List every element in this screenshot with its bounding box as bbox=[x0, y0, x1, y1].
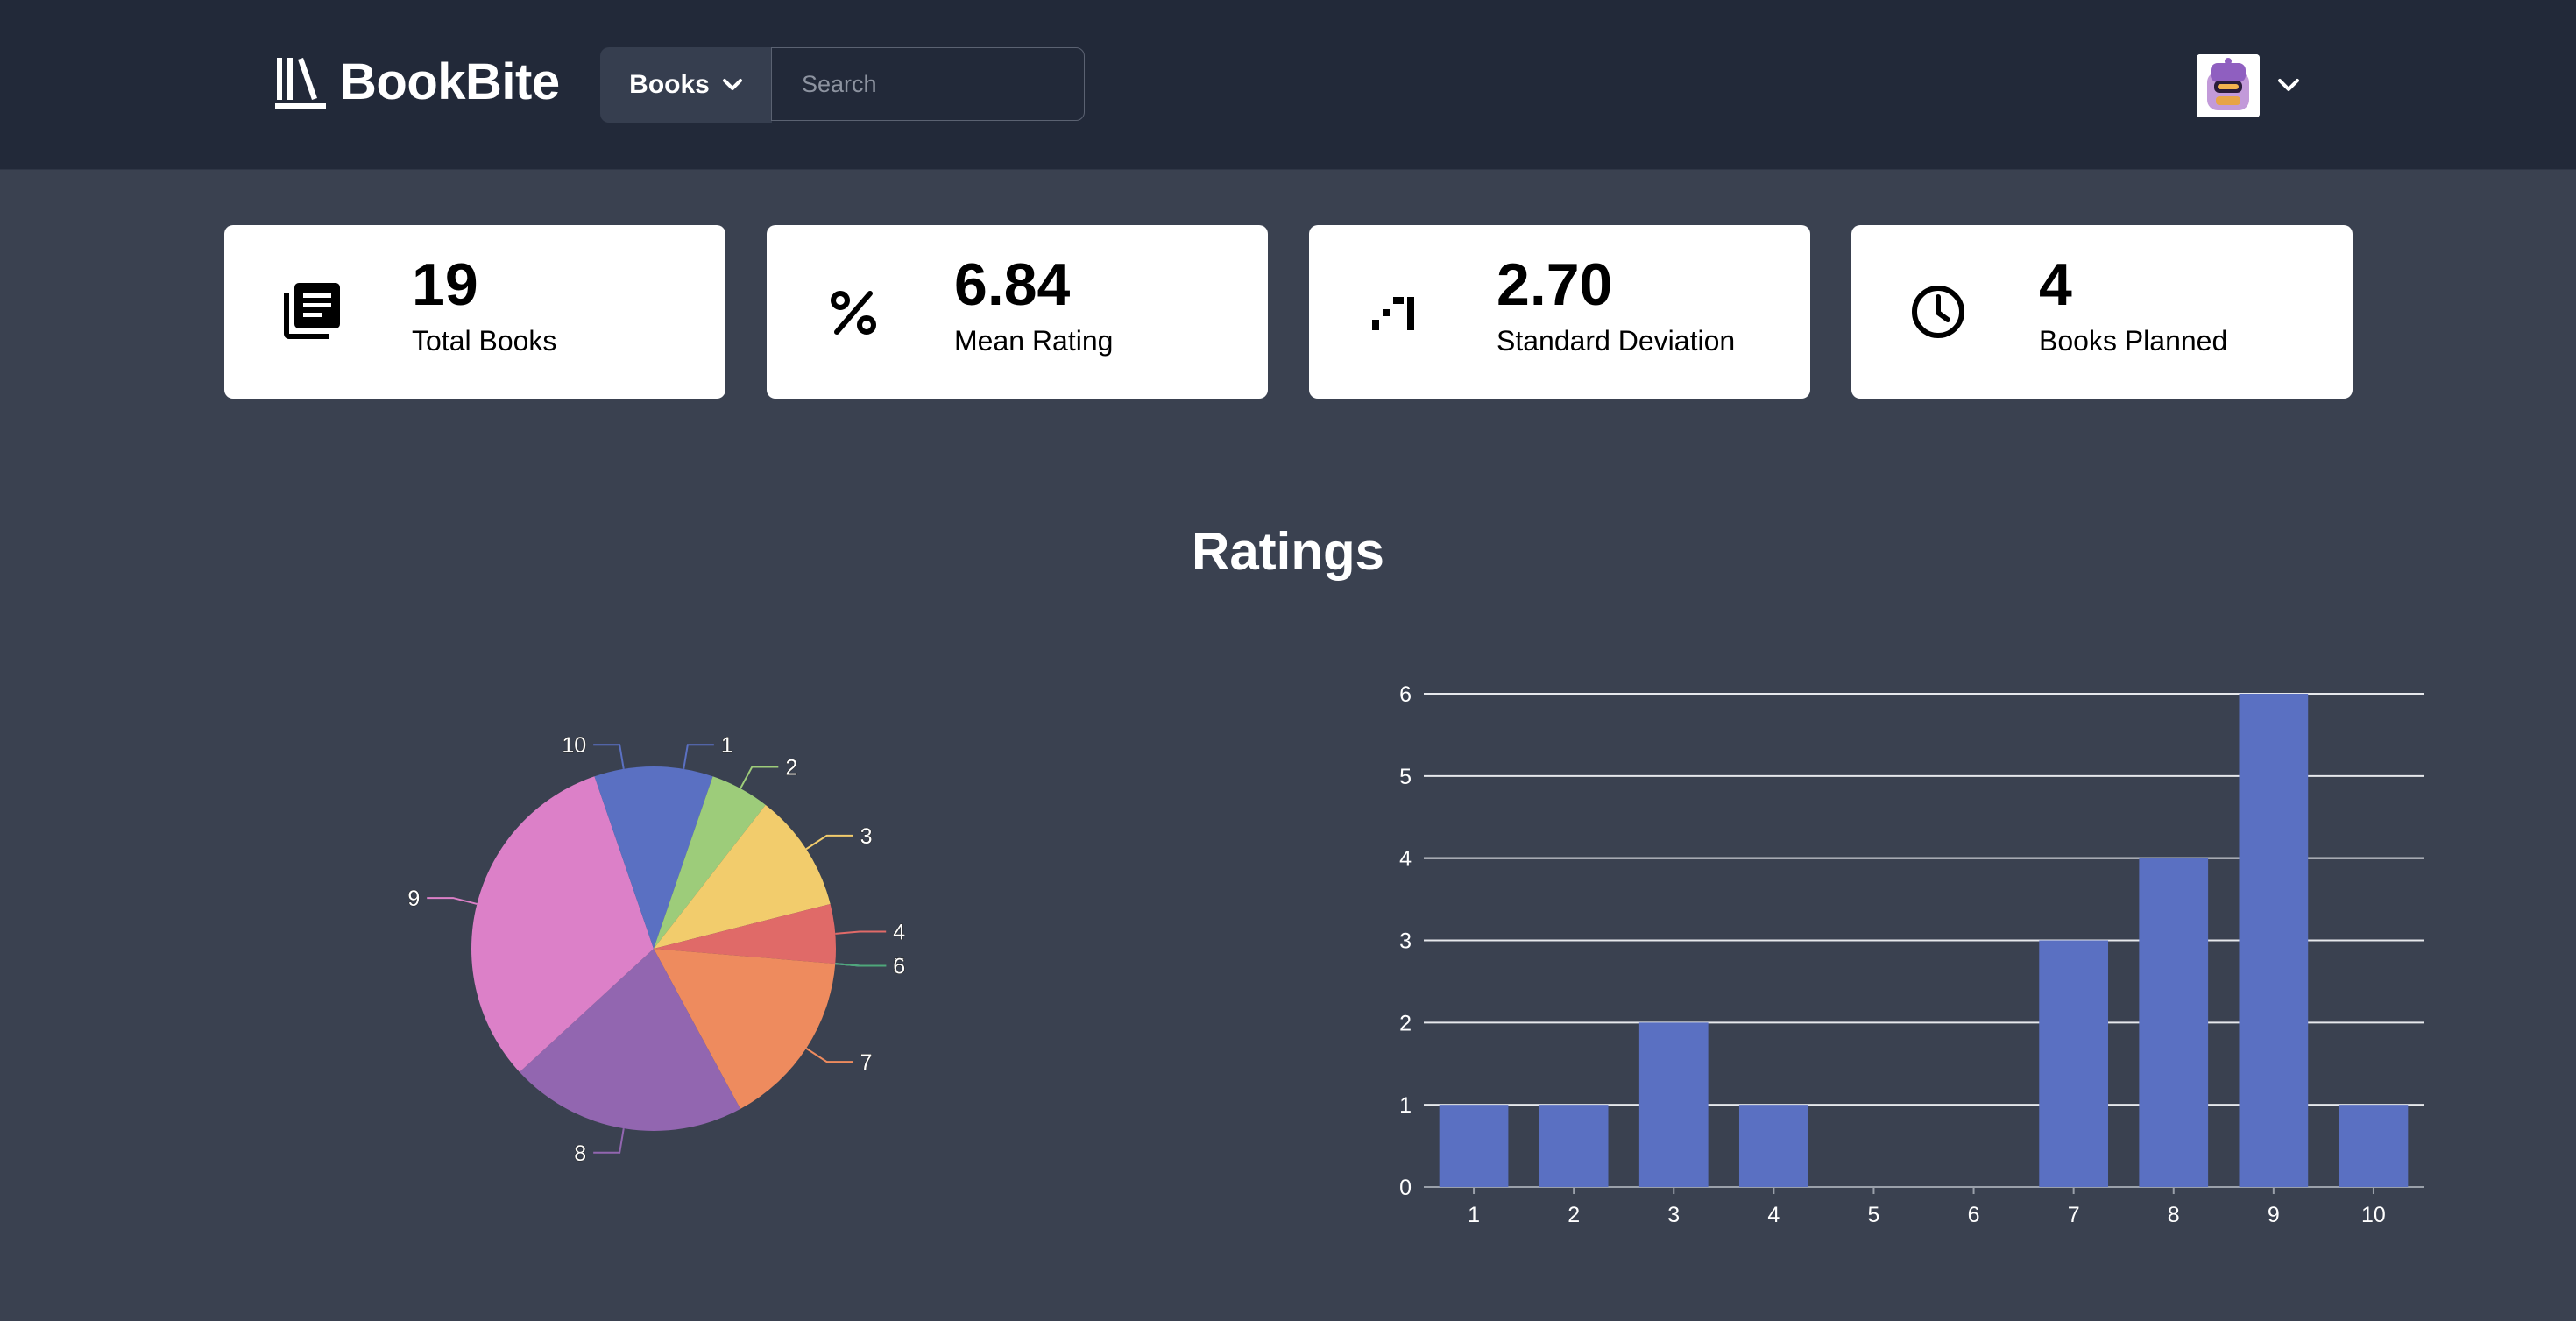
ratings-section-title: Ratings bbox=[1191, 522, 1385, 581]
pie-leader-line bbox=[683, 744, 714, 770]
y-tick-label: 6 bbox=[1399, 682, 1412, 707]
library-books-icon bbox=[284, 283, 340, 339]
pie-slice-label: 1 bbox=[721, 733, 733, 758]
bar[interactable] bbox=[1738, 1105, 1808, 1187]
percent-icon bbox=[831, 291, 876, 335]
app-logo-text: BookBite bbox=[340, 53, 560, 110]
pie-leader-line bbox=[427, 897, 478, 905]
stat-label: Total Books bbox=[412, 325, 557, 357]
stat-card-books-planned: 4 Books Planned bbox=[1851, 225, 2353, 399]
stat-value: 2.70 bbox=[1497, 251, 1613, 318]
stat-card-standard-deviation: 2.70 Standard Deviation bbox=[1309, 225, 1810, 399]
x-tick-label: 4 bbox=[1767, 1203, 1780, 1227]
stat-label: Mean Rating bbox=[954, 325, 1114, 357]
x-tick-label: 7 bbox=[2068, 1203, 2080, 1227]
pie-slice-label: 3 bbox=[860, 824, 873, 849]
stat-label: Books Planned bbox=[2039, 325, 2228, 357]
stat-card-total-books: 19 Total Books bbox=[224, 225, 725, 399]
x-tick-label: 5 bbox=[1867, 1203, 1879, 1227]
x-tick-label: 2 bbox=[1568, 1203, 1580, 1227]
pie-leader-line bbox=[593, 1127, 625, 1154]
bar[interactable] bbox=[1439, 1105, 1509, 1187]
bar[interactable] bbox=[2339, 1105, 2409, 1187]
top-navbar: BookBite Books bbox=[0, 0, 2576, 170]
stat-card-mean-rating: 6.84 Mean Rating bbox=[767, 225, 1268, 399]
bookshelf-logo-icon bbox=[275, 58, 326, 109]
robot-avatar-icon bbox=[2197, 54, 2260, 117]
y-tick-label: 1 bbox=[1399, 1093, 1412, 1118]
bar[interactable] bbox=[2139, 858, 2209, 1187]
pie-leader-line bbox=[805, 834, 853, 851]
ratings-bar-chart: 0 1 2 3 4 5 6 1 2 3 4 5 6 7 8 9 10 bbox=[1399, 682, 2424, 1227]
pie-slice-label: 2 bbox=[785, 755, 797, 780]
y-tick-label: 2 bbox=[1399, 1011, 1412, 1035]
x-tick-label: 6 bbox=[1968, 1203, 1980, 1227]
x-tick-label: 10 bbox=[2361, 1203, 2386, 1227]
pie-slice-label: 6 bbox=[893, 954, 905, 978]
stat-value: 6.84 bbox=[954, 251, 1071, 318]
y-tick-label: 0 bbox=[1399, 1176, 1412, 1200]
stat-value: 19 bbox=[412, 251, 478, 318]
pie-slice-label: 8 bbox=[574, 1141, 586, 1166]
x-tick-label: 3 bbox=[1667, 1203, 1680, 1227]
search-input[interactable] bbox=[800, 69, 1066, 99]
user-avatar[interactable] bbox=[2197, 54, 2260, 117]
books-menu-button[interactable]: Books bbox=[600, 47, 772, 123]
x-tick-label: 8 bbox=[2168, 1203, 2180, 1227]
search-box bbox=[771, 47, 1085, 121]
user-menu-chevron-icon[interactable] bbox=[2275, 74, 2302, 96]
pie-slice-label: 4 bbox=[893, 921, 905, 945]
stairs-icon bbox=[1372, 297, 1414, 330]
pie-slice-label: 10 bbox=[562, 733, 586, 758]
pie-slice-label: 9 bbox=[407, 887, 420, 911]
pie-leader-line bbox=[593, 744, 625, 770]
pie-slice-label: 7 bbox=[860, 1050, 873, 1075]
bar[interactable] bbox=[1638, 1022, 1709, 1187]
ratings-pie-chart: 12345678910 bbox=[407, 733, 906, 1167]
stat-label: Standard Deviation bbox=[1497, 325, 1736, 357]
pie-leader-line bbox=[805, 1047, 853, 1063]
bar[interactable] bbox=[1539, 1105, 1609, 1187]
y-tick-label: 3 bbox=[1399, 929, 1412, 954]
pie-leader-line bbox=[740, 766, 779, 789]
y-tick-label: 4 bbox=[1399, 847, 1412, 872]
stat-value: 4 bbox=[2039, 251, 2072, 318]
pie-leader-line bbox=[835, 930, 887, 935]
bar[interactable] bbox=[2239, 694, 2309, 1187]
books-menu-label: Books bbox=[629, 70, 710, 99]
bar[interactable] bbox=[2039, 940, 2109, 1188]
y-tick-label: 5 bbox=[1399, 765, 1412, 789]
pie-leader-line bbox=[835, 963, 887, 967]
x-tick-label: 9 bbox=[2268, 1203, 2280, 1227]
chevron-down-icon bbox=[722, 79, 742, 90]
clock-icon bbox=[1912, 286, 1964, 338]
app-logo[interactable]: BookBite bbox=[273, 51, 560, 112]
x-tick-label: 1 bbox=[1468, 1203, 1480, 1227]
